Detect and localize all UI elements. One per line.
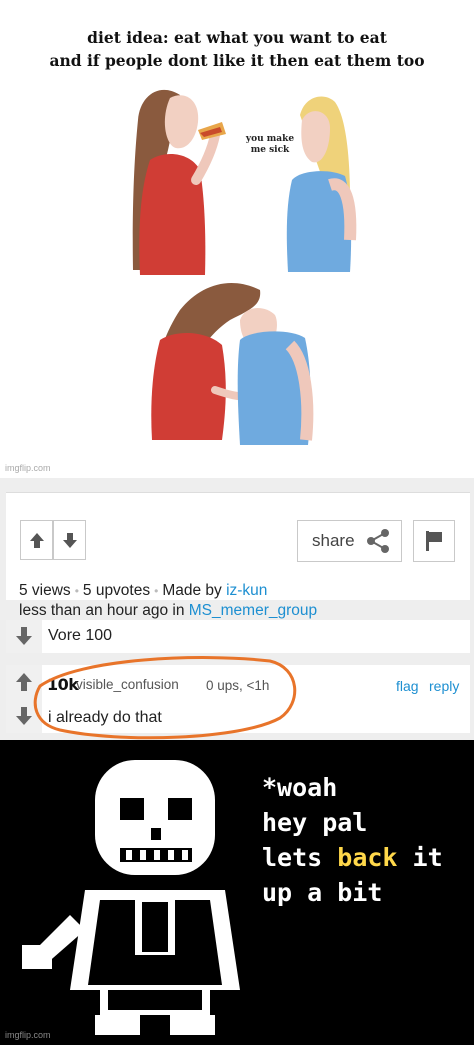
comic-panel: diet idea: eat what you want to eat and … <box>0 0 474 478</box>
caption-highlight-word: back <box>337 843 398 872</box>
sans-skeleton-sprite <box>22 760 240 1035</box>
speech-text: you make me sick <box>245 134 295 155</box>
caption-line-4: up a bit <box>262 878 383 907</box>
imgflip-watermark-bottom: imgflip.com <box>5 1030 51 1040</box>
post-screenshot: share 5 views • 5 upvotes • Made by iz-kun l… <box>0 478 474 740</box>
woman-blue-top-lower <box>237 308 314 445</box>
sans-panel: *woah hey pal lets back it up a bit imgf… <box>0 740 474 1045</box>
caption-text: *woah hey pal lets back it up a bit <box>262 770 443 910</box>
woman-red-top-upper <box>132 89 226 275</box>
caption-line-1: *woah <box>262 773 338 802</box>
caption-line-2: hey pal <box>262 808 368 837</box>
imgflip-watermark-top: imgflip.com <box>5 463 51 473</box>
woman-blue-top-upper <box>286 96 357 272</box>
caption-line-3a: lets <box>262 843 338 872</box>
caption-line-3c: it <box>397 843 443 872</box>
comic-illustration <box>132 89 357 445</box>
highlight-circle <box>33 656 297 740</box>
